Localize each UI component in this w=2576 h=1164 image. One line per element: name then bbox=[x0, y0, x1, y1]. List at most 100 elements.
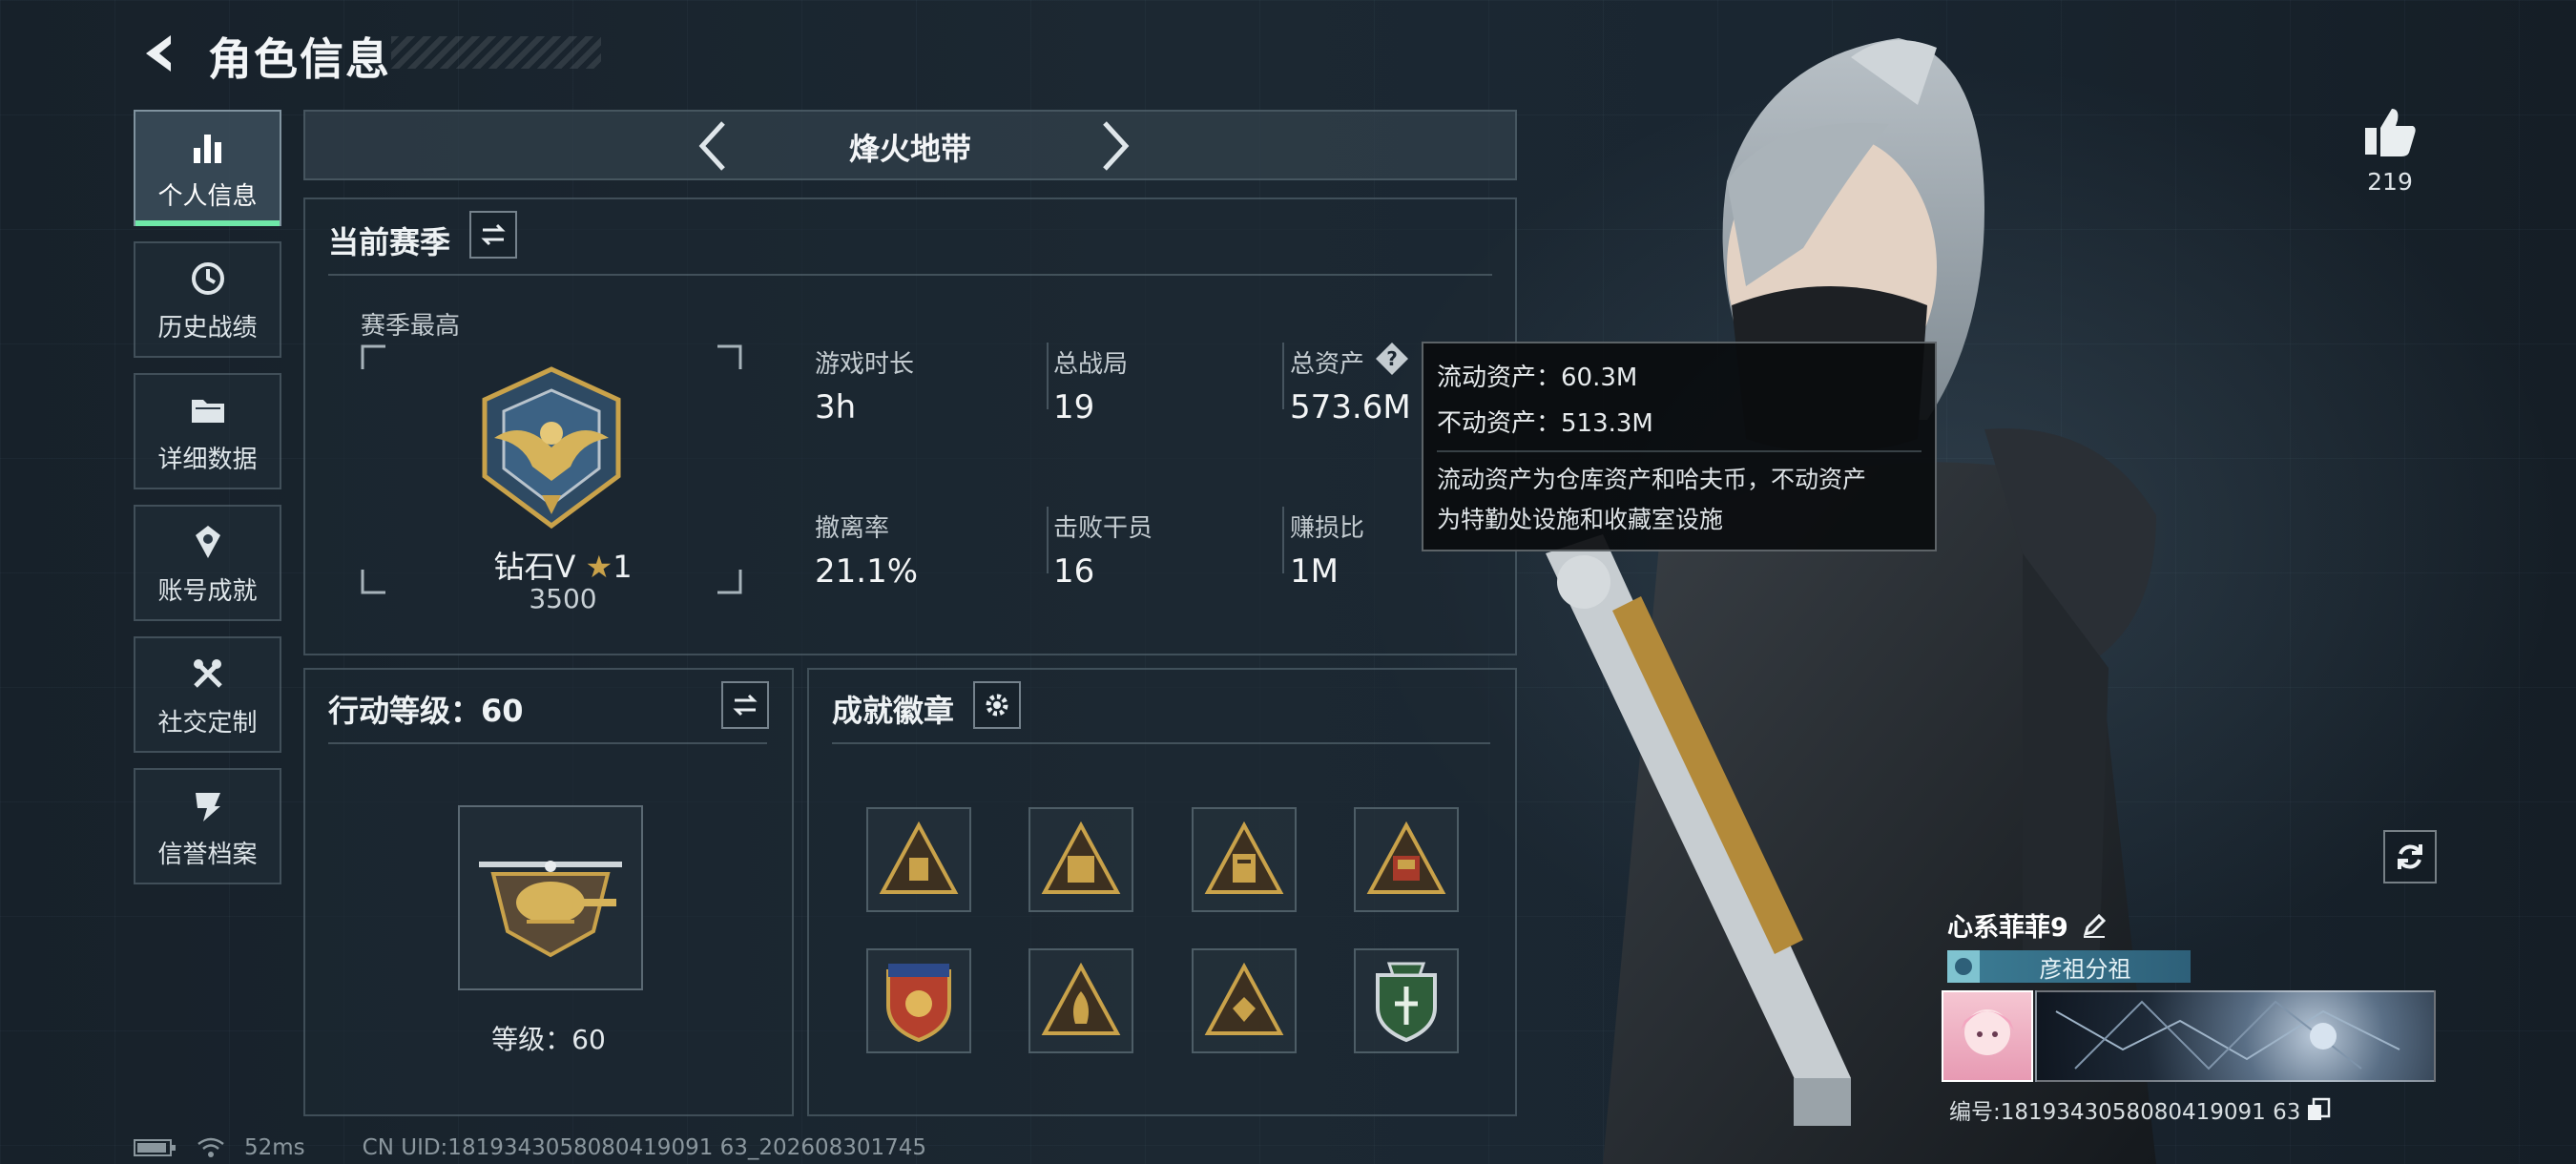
shield-badge-icon bbox=[886, 964, 951, 1043]
total-assets-help-button[interactable]: ? bbox=[1374, 341, 1410, 377]
tooltip-fixed-assets: 不动资产：513.3M bbox=[1437, 409, 1653, 438]
refresh-icon bbox=[2398, 844, 2422, 869]
wifi-icon bbox=[197, 1137, 224, 1157]
action-level-panel: 行动等级：60 等级：60 bbox=[303, 668, 794, 1116]
achievement-badges-panel: 成就徽章 bbox=[807, 668, 1517, 1116]
mode-next-button[interactable] bbox=[1088, 119, 1141, 173]
divider bbox=[1047, 507, 1049, 573]
clan-badge[interactable]: 彦祖分祖 bbox=[1947, 950, 2191, 983]
star-icon: ★ bbox=[585, 549, 613, 585]
player-id-row: 编号:1819343058080419091 63 bbox=[1949, 1093, 2331, 1126]
divider bbox=[832, 742, 1490, 744]
divider bbox=[1047, 343, 1049, 409]
stat-value: 1M bbox=[1290, 552, 1339, 591]
sidebar-item-label: 详细数据 bbox=[157, 445, 258, 474]
sidebar-item-achievements[interactable]: 账号成就 bbox=[134, 505, 281, 621]
title-decoration bbox=[391, 36, 601, 69]
stat-value: 19 bbox=[1053, 388, 1095, 426]
sidebar-item-personal-info[interactable]: 个人信息 bbox=[134, 110, 281, 226]
clan-emblem-icon bbox=[1947, 950, 1980, 983]
achievement-badge[interactable] bbox=[1028, 807, 1133, 912]
refresh-button[interactable] bbox=[2383, 830, 2437, 883]
uid-text: CN UID:1819343058080419091 63_2026083017… bbox=[362, 1135, 927, 1160]
achievement-badge[interactable] bbox=[1354, 807, 1459, 912]
divider bbox=[1282, 507, 1284, 573]
page-title: 角色信息 bbox=[208, 33, 391, 85]
achievement-badge[interactable] bbox=[1028, 948, 1133, 1053]
stat-label: 总资产 bbox=[1290, 350, 1365, 379]
sidebar-item-label: 账号成就 bbox=[157, 576, 258, 606]
divider bbox=[1437, 450, 1922, 452]
achievement-badge[interactable] bbox=[866, 807, 971, 912]
divider bbox=[1282, 343, 1284, 409]
achievement-icon bbox=[195, 525, 220, 558]
stat-label: 击败干员 bbox=[1053, 514, 1153, 543]
stat-label: 总战局 bbox=[1053, 350, 1129, 379]
avatar-image bbox=[1961, 1009, 2014, 1055]
rank-stars: 1 bbox=[613, 549, 633, 585]
tooltip-description-line: 流动资产为仓库资产和哈夫币，不动资产 bbox=[1437, 466, 1867, 493]
swap-icon bbox=[733, 694, 758, 717]
level-switch-button[interactable] bbox=[721, 681, 769, 729]
rank-label: 钻石V ★1 bbox=[467, 543, 658, 587]
back-arrow-icon bbox=[146, 35, 171, 72]
sidebar-item-details[interactable]: 详细数据 bbox=[134, 373, 281, 489]
mode-name: 烽火地带 bbox=[848, 131, 971, 167]
season-best-label: 赛季最高 bbox=[361, 312, 461, 341]
tooltip-description-line: 为特勤处设施和收藏室设施 bbox=[1437, 506, 1724, 533]
sidebar-item-history[interactable]: 历史战绩 bbox=[134, 241, 281, 358]
chevron-right-icon bbox=[1103, 121, 1130, 171]
bar-chart-icon bbox=[193, 134, 221, 163]
achievement-settings-button[interactable] bbox=[973, 681, 1021, 729]
sidebar-item-social[interactable]: 社交定制 bbox=[134, 636, 281, 753]
level-label: 等级：60 bbox=[491, 1024, 606, 1055]
status-bar: 52ms CN UID:1819343058080419091 63_20260… bbox=[134, 1133, 926, 1162]
tools-icon bbox=[193, 658, 222, 688]
sidebar-item-label: 信誉档案 bbox=[157, 840, 258, 869]
swap-icon bbox=[481, 223, 506, 246]
achievement-badge[interactable] bbox=[866, 948, 971, 1053]
achievement-badge[interactable] bbox=[1192, 807, 1297, 912]
season-switch-button[interactable] bbox=[469, 211, 517, 259]
thumbs-up-icon bbox=[2365, 109, 2416, 156]
mode-selector: 烽火地带 bbox=[303, 110, 1517, 180]
sidebar: 个人信息 历史战绩 详细数据 账号成就 社交定制 信誉档案 bbox=[134, 110, 283, 900]
action-level-title: 行动等级：60 bbox=[328, 693, 524, 729]
avatar[interactable] bbox=[1942, 990, 2033, 1082]
like-button[interactable]: 219 bbox=[2347, 105, 2433, 196]
triangle-badge-icon bbox=[1366, 821, 1446, 894]
tooltip-liquid-assets: 流动资产：60.3M bbox=[1437, 364, 1638, 392]
achievement-title: 成就徽章 bbox=[832, 693, 955, 729]
question-icon: ? bbox=[1376, 343, 1408, 375]
player-banner[interactable] bbox=[2035, 990, 2436, 1082]
triangle-badge-icon bbox=[1204, 821, 1284, 894]
helicopter-emblem-icon bbox=[479, 861, 622, 958]
divider bbox=[328, 274, 1492, 276]
stat-value: 3h bbox=[815, 388, 857, 426]
ping-value: 52ms bbox=[244, 1135, 305, 1160]
stat-value: 21.1% bbox=[815, 552, 919, 591]
copy-icon[interactable] bbox=[2306, 1097, 2331, 1122]
achievement-badge[interactable] bbox=[1354, 948, 1459, 1053]
credit-icon bbox=[195, 792, 220, 821]
sidebar-item-label: 社交定制 bbox=[157, 708, 258, 738]
sidebar-item-credit[interactable]: 信誉档案 bbox=[134, 768, 281, 884]
season-title: 当前赛季 bbox=[328, 224, 451, 260]
edit-icon[interactable] bbox=[2080, 911, 2109, 940]
green-shield-badge-icon bbox=[1376, 962, 1437, 1043]
neuron-banner-image bbox=[2055, 1000, 2400, 1070]
stat-value: 16 bbox=[1053, 552, 1095, 591]
help-mark: ? bbox=[1386, 347, 1398, 370]
achievement-badge[interactable] bbox=[1192, 948, 1297, 1053]
clan-name: 彦祖分祖 bbox=[2039, 955, 2131, 983]
gear-icon bbox=[986, 694, 1008, 717]
triangle-badge-icon bbox=[879, 821, 959, 894]
player-name: 心系菲菲9 bbox=[1947, 913, 2068, 943]
sidebar-item-label: 历史战绩 bbox=[157, 313, 258, 343]
stat-value: 573.6M bbox=[1290, 388, 1411, 426]
back-button[interactable] bbox=[134, 27, 187, 80]
triangle-badge-icon bbox=[1041, 963, 1121, 1035]
player-id: 编号:1819343058080419091 63 bbox=[1949, 1100, 2301, 1125]
like-count: 219 bbox=[2367, 168, 2413, 196]
history-icon bbox=[191, 261, 224, 295]
